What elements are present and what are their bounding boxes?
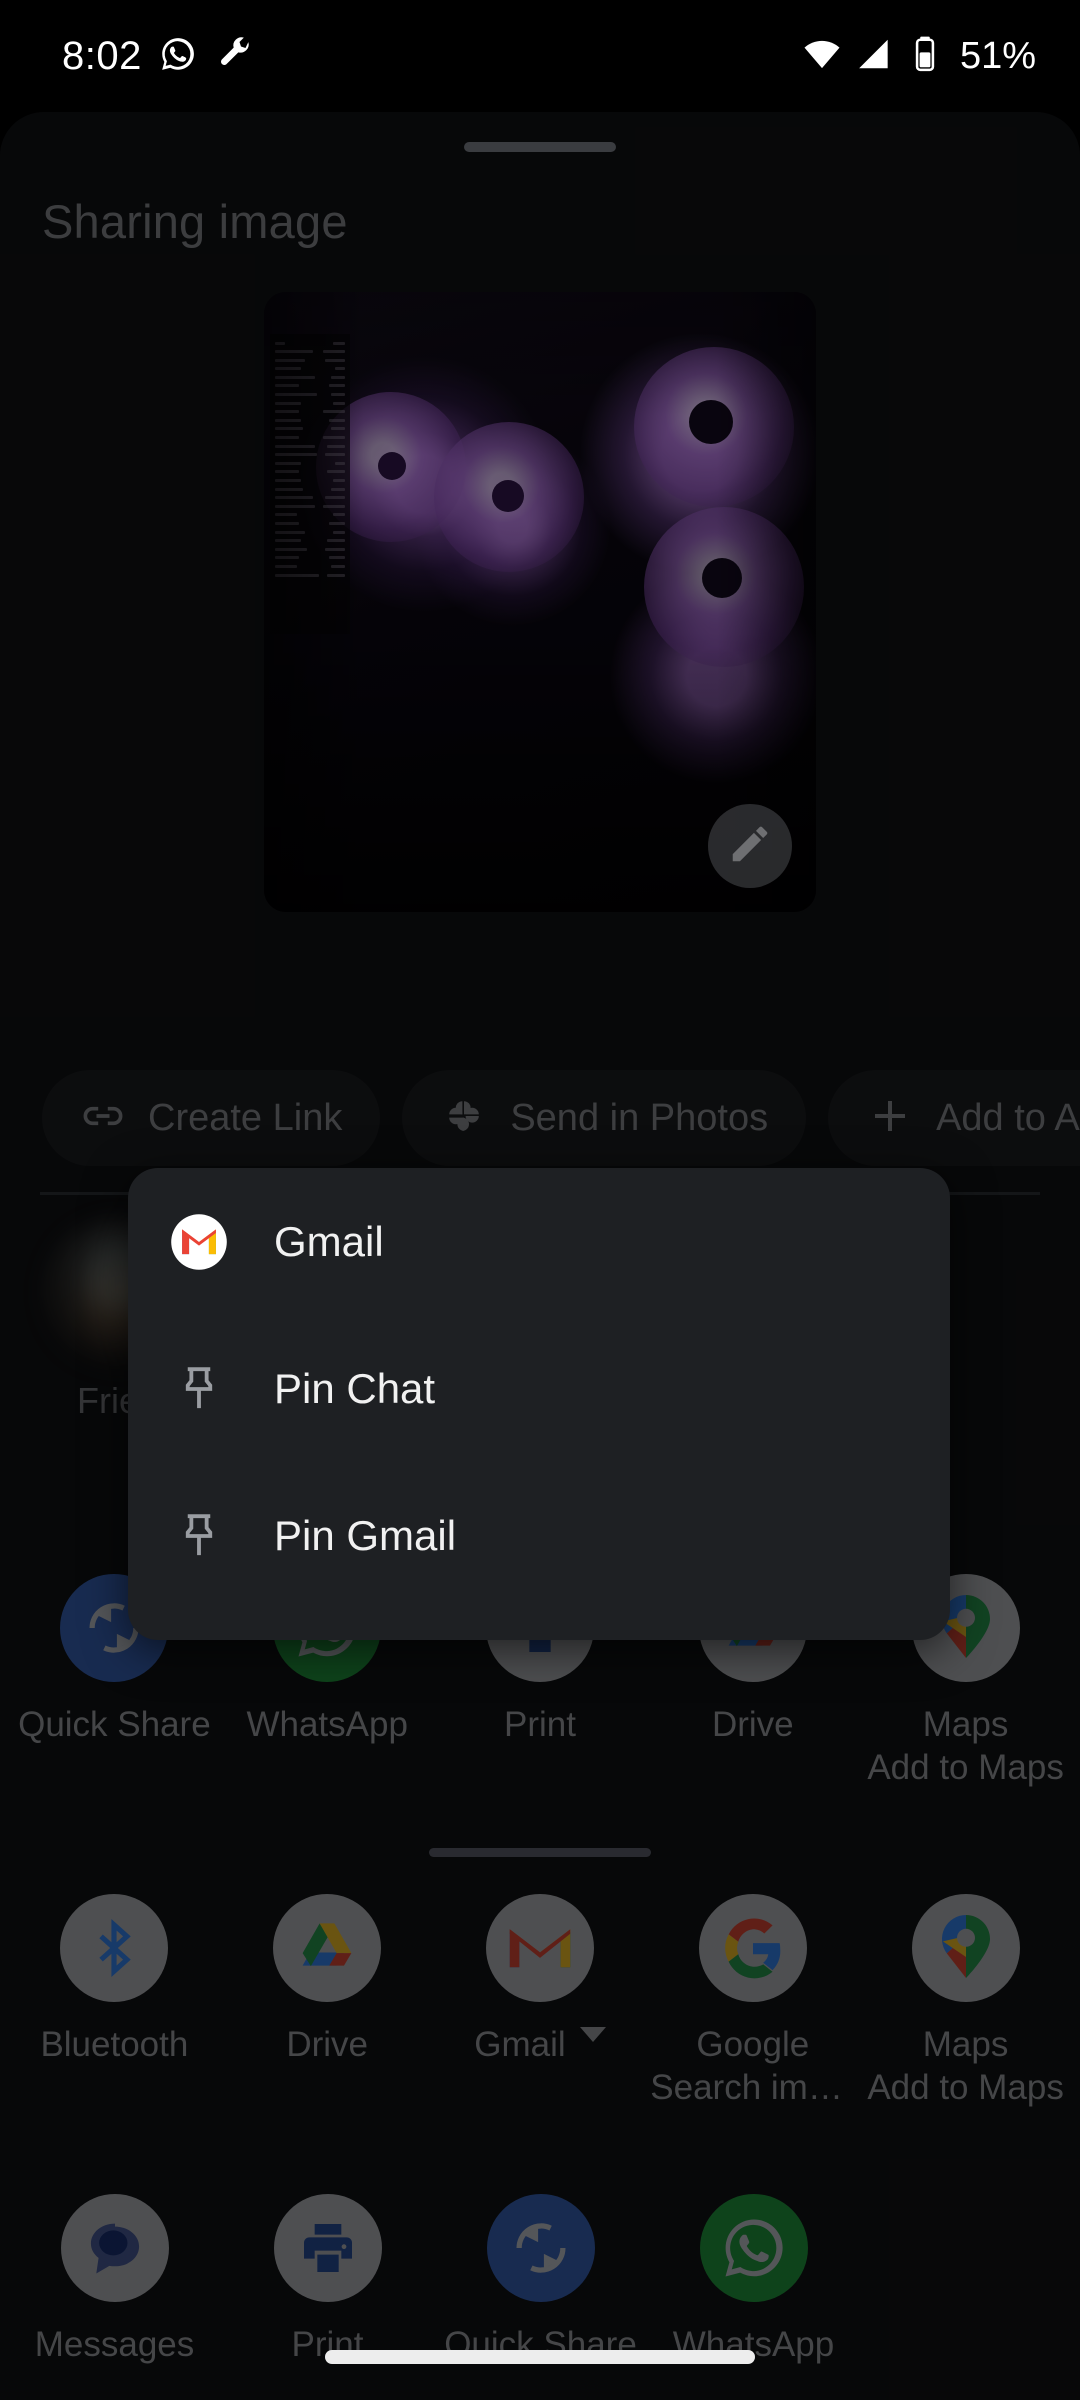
- app-label: Quick Share: [18, 1705, 211, 1744]
- app-item-gmail[interactable]: Gmail: [434, 1894, 647, 2109]
- app-grid-drag-handle[interactable]: [429, 1848, 651, 1857]
- app-item-drive[interactable]: Drive: [221, 1894, 434, 2109]
- wifi-icon: [802, 34, 842, 79]
- gesture-nav-bar: [0, 2314, 1080, 2400]
- gmail-icon: [485, 1894, 594, 2002]
- maps-icon: [911, 1894, 1020, 2002]
- messages-icon: [60, 2194, 169, 2302]
- chip-send-in-photos[interactable]: Send in Photos: [402, 1070, 807, 1166]
- chip-label: Add to Album: [936, 1096, 1080, 1139]
- pin-icon: [170, 1507, 228, 1565]
- app-label: Maps: [922, 2025, 1009, 2064]
- app-label: Drive: [711, 1705, 794, 1744]
- menu-item-label: Pin Gmail: [274, 1511, 457, 1559]
- whatsapp-icon: [158, 34, 198, 79]
- sheet-drag-handle[interactable]: [464, 142, 616, 152]
- app-label: Bluetooth: [40, 2025, 189, 2064]
- app-item-bluetooth[interactable]: Bluetooth: [8, 1894, 221, 2109]
- app-label: WhatsApp: [246, 1705, 408, 1744]
- bluetooth-icon: [60, 1894, 169, 2002]
- google-icon: [698, 1894, 807, 2002]
- status-bar-right: 51%: [802, 34, 1036, 79]
- menu-item-label: Gmail: [274, 1217, 384, 1265]
- app-item-maps[interactable]: Maps Add to Maps: [859, 1894, 1072, 2109]
- page-title: Sharing image: [42, 195, 348, 248]
- chevron-down-icon[interactable]: [579, 2026, 606, 2042]
- status-bar: 8:02 51%: [0, 0, 1080, 112]
- whatsapp-icon: [699, 2194, 808, 2302]
- app-label: Google: [696, 2025, 810, 2064]
- menu-item-pin-chat[interactable]: Pin Chat: [128, 1315, 950, 1462]
- chip-label: Create Link: [148, 1096, 343, 1139]
- app-label: Drive: [286, 2025, 369, 2064]
- app-sublabel: Search ima…: [650, 2067, 856, 2107]
- battery-percentage: 51%: [959, 34, 1036, 77]
- drive-icon: [273, 1894, 382, 2002]
- cellular-signal-icon: [856, 35, 894, 78]
- menu-item-gmail[interactable]: Gmail: [128, 1168, 950, 1315]
- plus-icon: [866, 1092, 914, 1145]
- context-menu-popup: Gmail Pin Chat Pin Gmail: [128, 1168, 950, 1640]
- edit-pencil-icon: [727, 821, 773, 872]
- app-sublabel: Add to Maps: [867, 2067, 1064, 2107]
- app-item-google[interactable]: Google Search ima…: [646, 1894, 859, 2109]
- chip-add-to-album[interactable]: Add to Album: [828, 1070, 1080, 1166]
- menu-item-label: Pin Chat: [274, 1364, 436, 1412]
- app-label: Maps: [922, 1705, 1009, 1744]
- pin-icon: [170, 1360, 228, 1418]
- status-bar-left: 8:02: [62, 34, 254, 79]
- battery-icon: [908, 35, 942, 78]
- gmail-icon: [170, 1213, 228, 1271]
- share-sheet: Sharing image Create Link Send in Photos…: [0, 112, 1080, 2400]
- image-preview[interactable]: [264, 292, 816, 912]
- action-chip-row: Create Link Send in Photos Add to A: [0, 1064, 1080, 1172]
- link-icon: [80, 1093, 126, 1144]
- edit-image-button[interactable]: [708, 804, 792, 888]
- app-row-2: Bluetooth Drive Gmail Google Search ima……: [0, 1894, 1080, 2109]
- app-label: Print: [504, 1705, 576, 1744]
- app-sublabel: Add to Maps: [867, 1747, 1064, 1787]
- print-icon: [273, 2194, 382, 2302]
- menu-item-pin-gmail[interactable]: Pin Gmail: [128, 1462, 950, 1609]
- wrench-icon: [214, 34, 254, 79]
- chip-create-link[interactable]: Create Link: [42, 1070, 381, 1166]
- status-bar-clock: 8:02: [62, 33, 142, 78]
- chip-label: Send in Photos: [510, 1096, 769, 1139]
- gesture-nav-pill[interactable]: [325, 2350, 755, 2364]
- quick-share-icon: [486, 2194, 595, 2302]
- photos-pinwheel-icon: [440, 1092, 488, 1145]
- app-label: Gmail: [474, 2025, 566, 2064]
